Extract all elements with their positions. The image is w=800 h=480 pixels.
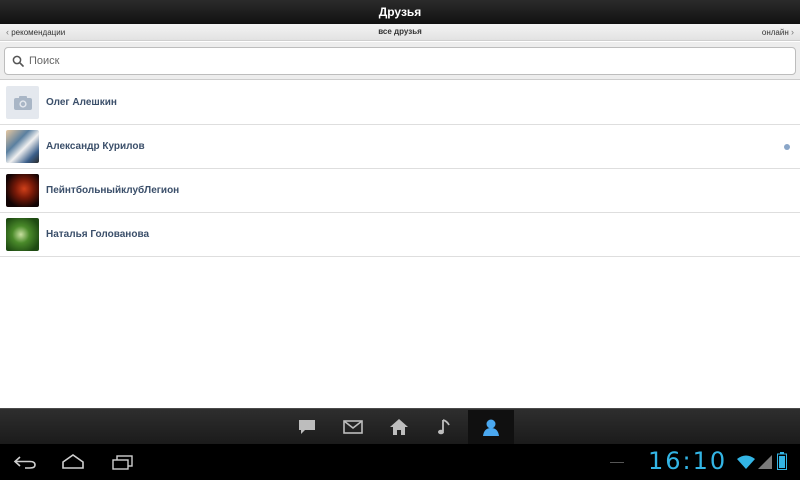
tab-online[interactable]: онлайн › <box>762 24 794 41</box>
friend-name: Александр Курилов <box>46 141 145 152</box>
system-bar: 16:10 <box>0 444 800 480</box>
nav-friends-button[interactable] <box>468 410 514 444</box>
clock[interactable]: 16:10 <box>648 447 727 475</box>
back-icon <box>13 456 36 469</box>
signal-icon <box>758 455 772 469</box>
chevron-left-icon: ‹ <box>6 27 9 37</box>
home-system-button[interactable] <box>60 452 86 477</box>
nav-home-button[interactable] <box>376 410 422 444</box>
recent-apps-button[interactable] <box>110 452 136 477</box>
subtab-bar: ‹ рекомендации все друзья онлайн › <box>0 24 800 41</box>
app-nav-bar <box>0 408 800 444</box>
nav-messages-button[interactable] <box>284 410 330 444</box>
wifi-icon <box>737 455 755 469</box>
tab-recommendations[interactable]: ‹ рекомендации <box>6 24 65 41</box>
tab-all-friends[interactable]: все друзья <box>378 27 422 36</box>
mail-icon <box>343 420 363 434</box>
friend-name: ПейнтбольныйклубЛегион <box>46 185 180 196</box>
recent-apps-icon <box>112 455 133 470</box>
music-icon <box>438 419 450 435</box>
friend-name: Олег Алешкин <box>46 97 117 108</box>
friends-list: Олег Алешкин Александр Курилов Пейнтболь… <box>0 81 800 257</box>
tab-online-label: онлайн <box>761 28 789 37</box>
search-icon <box>12 55 24 67</box>
home-icon <box>390 419 408 435</box>
search-input[interactable] <box>29 52 769 70</box>
messages-icon <box>299 420 315 434</box>
nav-mail-button[interactable] <box>330 410 376 444</box>
list-item[interactable]: Наталья Голованова <box>0 213 800 257</box>
title-bar: Друзья <box>0 0 800 24</box>
page-title: Друзья <box>378 5 422 19</box>
list-item[interactable]: ПейнтбольныйклубЛегион <box>0 169 800 213</box>
friend-name: Наталья Голованова <box>46 229 150 240</box>
camera-placeholder-icon <box>13 95 32 110</box>
divider <box>610 462 624 463</box>
search-box[interactable] <box>4 47 796 75</box>
avatar <box>6 218 39 251</box>
search-bar <box>0 42 800 80</box>
tab-recommendations-label: рекомендации <box>11 28 66 37</box>
tab-all-friends-wrap: все друзья <box>0 24 800 40</box>
online-indicator <box>784 144 790 150</box>
list-item[interactable]: Олег Алешкин <box>0 81 800 125</box>
home-icon <box>62 454 84 469</box>
avatar <box>6 86 39 119</box>
friends-icon <box>483 419 499 436</box>
avatar <box>6 130 39 163</box>
back-button[interactable] <box>12 452 38 477</box>
list-item[interactable]: Александр Курилов <box>0 125 800 169</box>
screen: Друзья ‹ рекомендации все друзья онлайн … <box>0 0 800 480</box>
avatar <box>6 174 39 207</box>
nav-music-button[interactable] <box>422 410 468 444</box>
chevron-right-icon: › <box>791 27 794 37</box>
battery-icon <box>777 452 787 470</box>
